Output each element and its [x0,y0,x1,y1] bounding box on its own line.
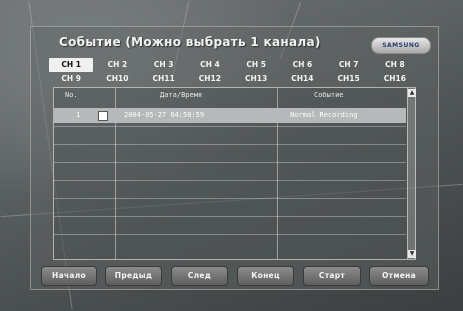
title-bar: Событие (Можно выбрать 1 канала) SAMSUNG [30,29,435,56]
row-checkbox[interactable] [98,111,108,121]
scroll-up-icon[interactable]: ▲ [408,89,416,97]
event-list: No. Дата/Время Событие 1 2004-05-27 04:5… [53,87,416,260]
start-button[interactable]: Старт [303,266,361,286]
channel-button-10[interactable]: CH10 [95,72,139,86]
scroll-down-icon[interactable]: ▼ [408,250,416,258]
channel-button-15[interactable]: CH15 [327,72,371,86]
channel-button-3[interactable]: CH 3 [142,58,186,72]
channel-button-8[interactable]: CH 8 [373,58,417,72]
row-divider [54,234,406,235]
channel-button-16[interactable]: CH16 [373,72,417,86]
channel-button-13[interactable]: CH13 [234,72,278,86]
row-divider [54,144,406,145]
button-bar: Начало Предыд След Конец Старт Отмена [41,266,429,286]
row-divider [54,126,406,127]
first-button[interactable]: Начало [41,266,97,286]
column-header-datetime: Дата/Время [160,91,203,99]
channel-button-7[interactable]: CH 7 [327,58,371,72]
channel-button-9[interactable]: CH 9 [49,72,93,86]
channel-selector: CH 1 CH 2 CH 3 CH 4 CH 5 CH 6 CH 7 CH 8 … [49,58,417,86]
channel-button-6[interactable]: CH 6 [280,58,324,72]
channel-button-12[interactable]: CH12 [188,72,232,86]
column-header-event: Событие [314,91,344,99]
row-datetime: 2004-05-27 04:50:59 [124,111,205,119]
row-divider [54,180,406,181]
dvr-screen: Событие (Можно выбрать 1 канала) SAMSUNG… [0,0,463,311]
row-divider [54,216,406,217]
channel-button-11[interactable]: CH11 [142,72,186,86]
cancel-button[interactable]: Отмена [369,266,429,286]
row-divider [54,198,406,199]
channel-button-2[interactable]: CH 2 [95,58,139,72]
column-header-no: No. [65,91,78,99]
table-row[interactable]: 1 2004-05-27 04:50:59 Normal Recording [54,108,406,123]
list-scrollbar[interactable]: ▲ ▼ [407,88,416,259]
channel-button-5[interactable]: CH 5 [234,58,278,72]
samsung-logo: SAMSUNG [371,37,431,54]
row-number: 1 [76,111,81,119]
row-divider [54,162,406,163]
channel-button-14[interactable]: CH14 [280,72,324,86]
prev-button[interactable]: Предыд [105,266,162,286]
list-header: No. Дата/Время Событие [54,88,406,103]
dialog-title: Событие (Можно выбрать 1 канала) [59,35,321,49]
last-button[interactable]: Конец [237,266,294,286]
row-event: Normal Recording [290,111,358,119]
channel-button-1[interactable]: CH 1 [49,58,94,72]
next-button[interactable]: След [171,266,228,286]
channel-button-4[interactable]: CH 4 [188,58,232,72]
